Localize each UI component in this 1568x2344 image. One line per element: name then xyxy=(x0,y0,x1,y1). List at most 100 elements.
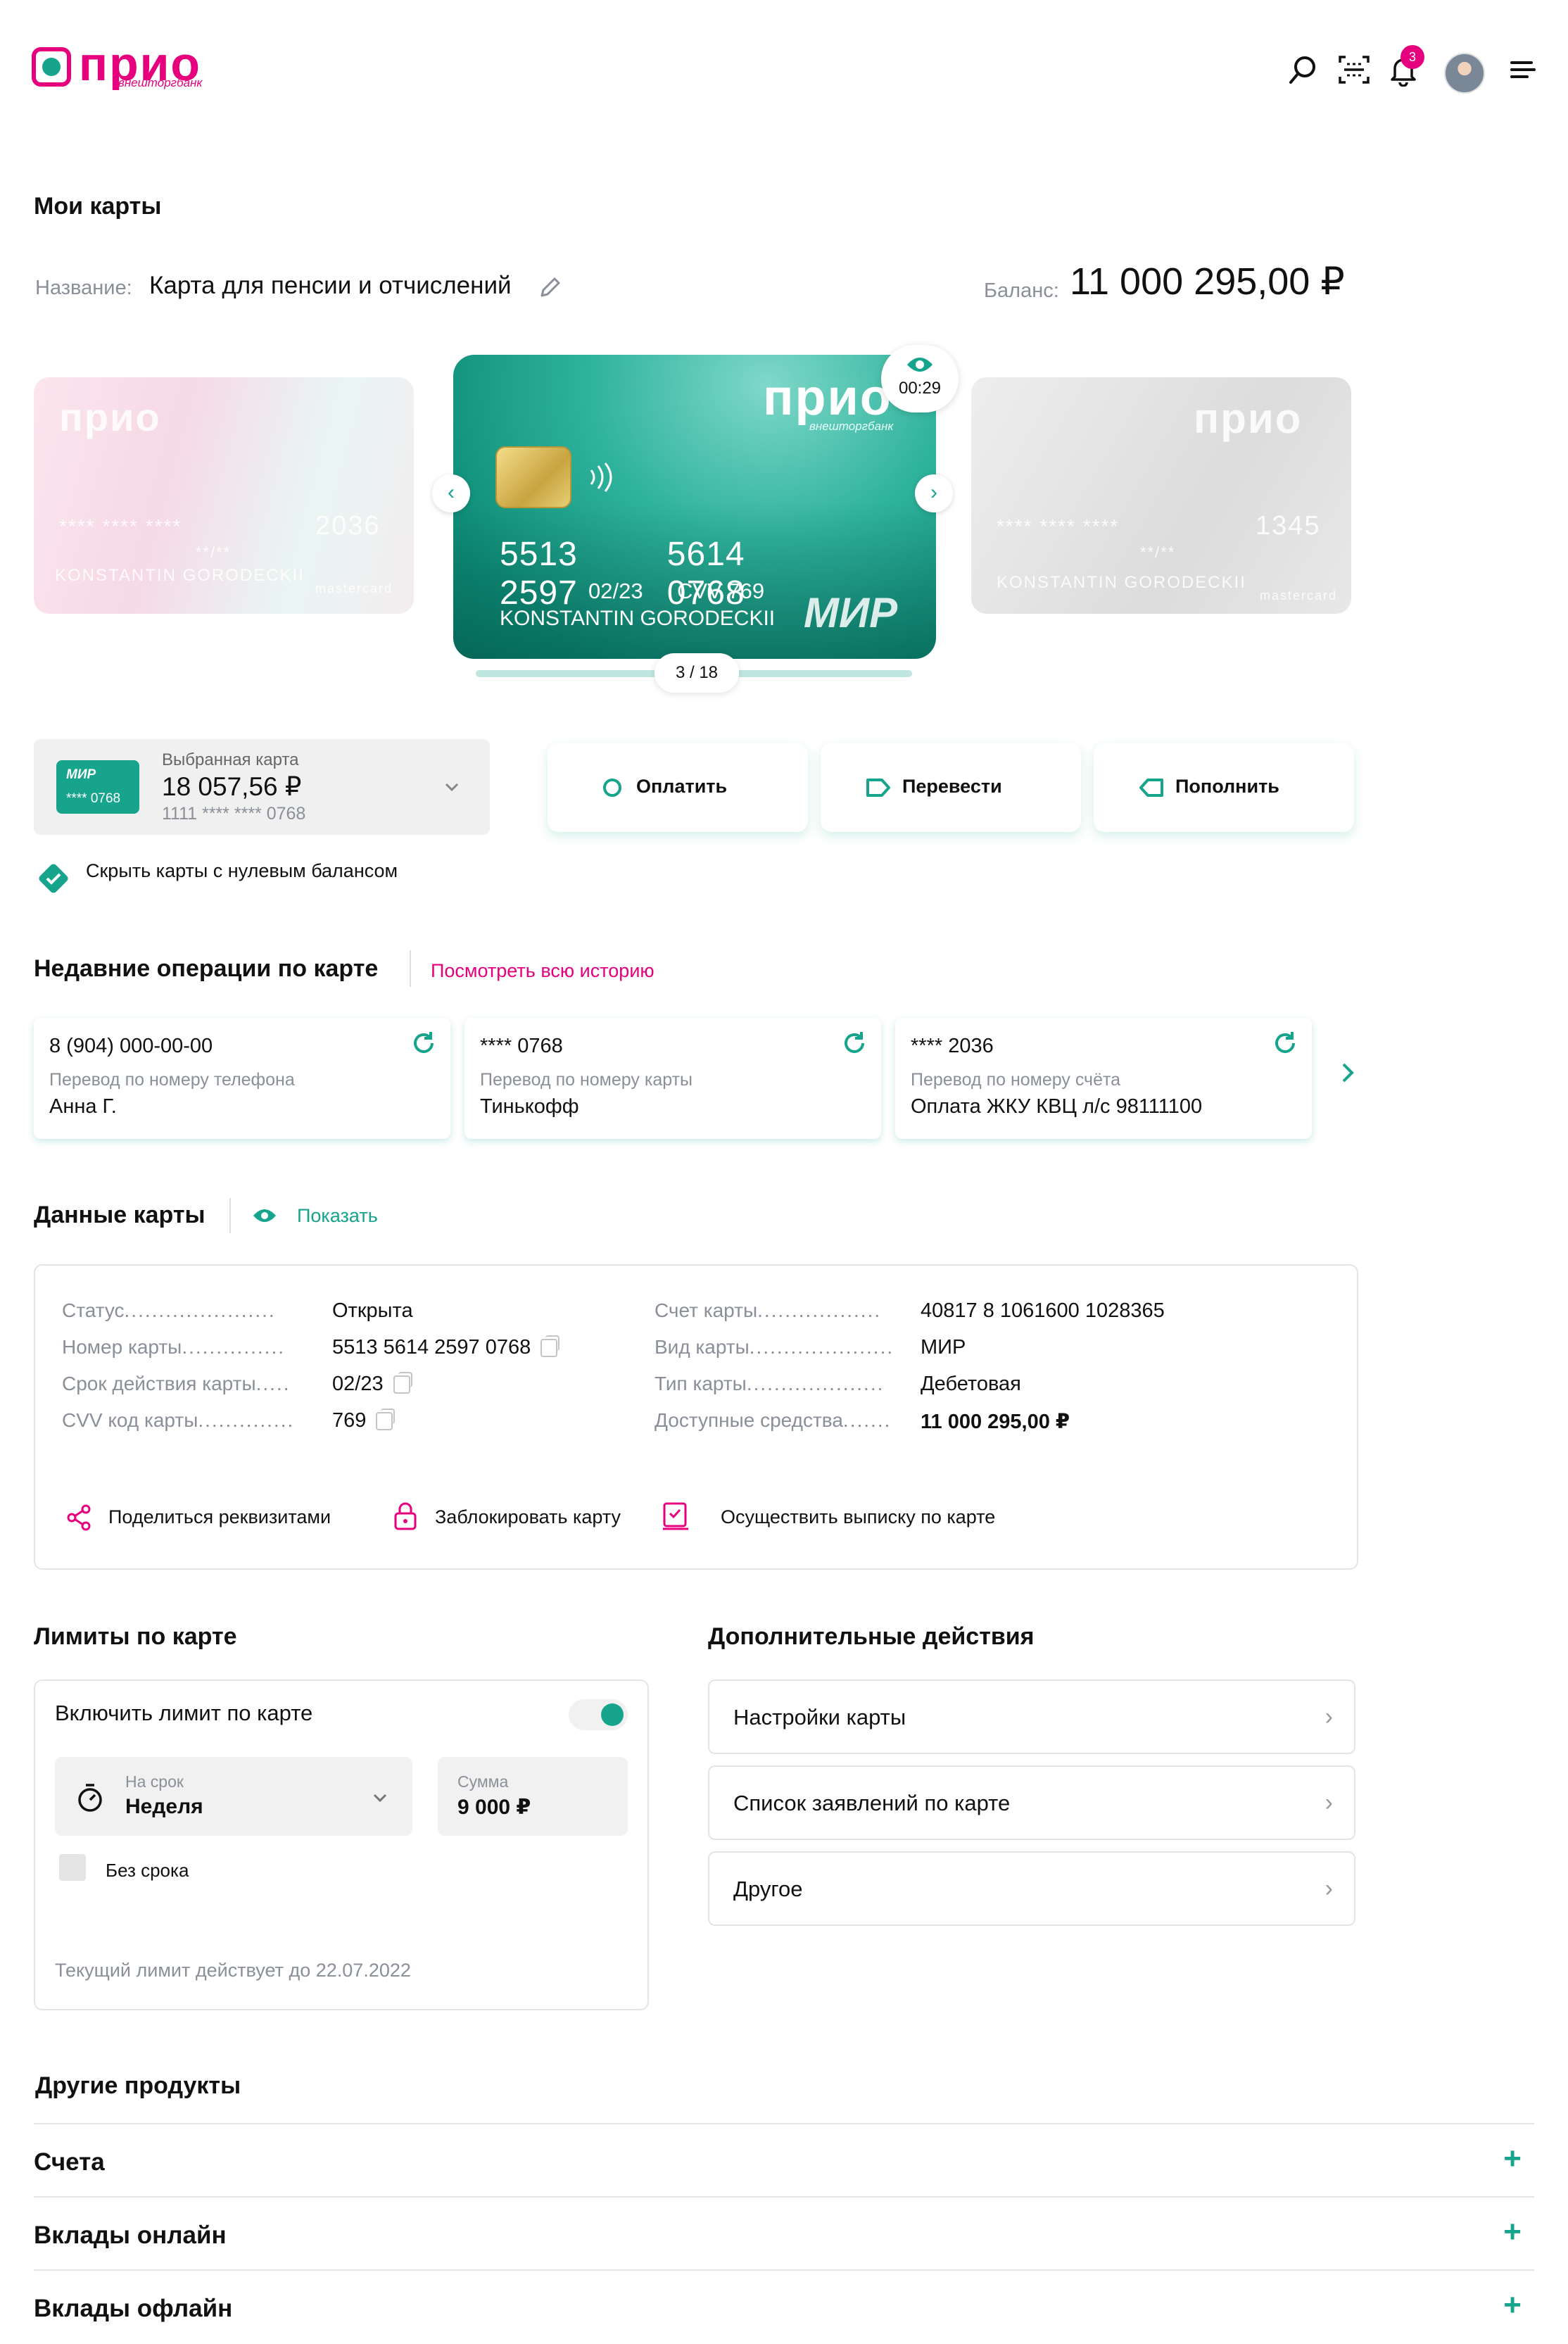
card-data-panel: Статус...................... Открыта Ном… xyxy=(34,1264,1358,1570)
plus-icon: + xyxy=(1503,2288,1522,2322)
carousel-prev-button[interactable]: ‹ xyxy=(432,474,470,512)
menu-item-label: Настройки карты xyxy=(733,1705,906,1729)
field-label: Доступные средства....... xyxy=(655,1409,891,1432)
chevron-down-icon xyxy=(445,783,459,792)
limits-title: Лимиты по карте xyxy=(34,1623,237,1650)
divider xyxy=(229,1198,231,1233)
no-term-checkbox[interactable] xyxy=(59,1854,86,1881)
card-type-label: Тип карты xyxy=(655,1373,747,1394)
period-select[interactable]: На срок Неделя xyxy=(55,1757,412,1836)
card-thumbnail-right[interactable]: прио **** **** **** 1345 **/** KONSTANTI… xyxy=(971,377,1351,614)
sum-field[interactable]: Сумма 9 000 ₽ xyxy=(438,1757,628,1836)
available-label: Доступные средства xyxy=(655,1409,843,1431)
mini-card: МИР **** 0768 xyxy=(56,760,139,814)
logo-icon xyxy=(32,47,71,87)
share-details-button[interactable]: Поделиться реквизитами xyxy=(108,1506,331,1528)
hide-zero-checkbox[interactable] xyxy=(35,860,72,897)
leader-dots: ............... xyxy=(182,1336,286,1358)
card-mask: **** **** **** xyxy=(59,515,182,537)
copy-icon[interactable] xyxy=(393,1372,412,1394)
balance-value: 11 000 295,00 ₽ xyxy=(1070,260,1345,303)
eye-icon[interactable] xyxy=(252,1206,277,1225)
share-icon xyxy=(67,1504,91,1531)
statement-icon xyxy=(663,1502,688,1530)
pay-button[interactable]: Оплатить xyxy=(548,743,808,832)
card-holder: KONSTANTIN GORODECKII xyxy=(500,607,776,630)
statement-button[interactable]: Осуществить выписку по карте xyxy=(721,1506,995,1528)
show-button[interactable]: Показать xyxy=(297,1205,378,1227)
contactless-icon xyxy=(590,462,612,492)
product-offline-deposits[interactable]: Вклады офлайн + xyxy=(34,2269,1534,2344)
chip-icon xyxy=(495,446,571,508)
repeat-icon[interactable] xyxy=(1271,1029,1299,1057)
card-expiry: **/** xyxy=(1140,543,1176,561)
leader-dots: ..... xyxy=(255,1373,291,1394)
menu-icon[interactable] xyxy=(1506,53,1540,87)
balance-label: Баланс: xyxy=(984,279,1059,302)
transfer-button[interactable]: Перевести xyxy=(821,743,1081,832)
menu-item-label: Список заявлений по карте xyxy=(733,1791,1011,1815)
product-accounts[interactable]: Счета + xyxy=(34,2123,1534,2198)
lock-icon xyxy=(394,1502,417,1530)
chevron-right-icon[interactable] xyxy=(1337,1060,1358,1085)
limit-toggle[interactable] xyxy=(569,1699,628,1730)
copy-icon[interactable] xyxy=(376,1409,396,1431)
chevron-right-icon: › xyxy=(1324,1789,1333,1816)
leader-dots: ...................... xyxy=(124,1299,276,1321)
recent-item[interactable]: 8 (904) 000-00-00 Перевод по номеру теле… xyxy=(34,1018,450,1139)
recent-type: Перевод по номеру телефона xyxy=(49,1070,295,1090)
applications-list-item[interactable]: Список заявлений по карте › xyxy=(708,1765,1355,1840)
card-expiry: **/** xyxy=(196,543,232,561)
card-name-value[interactable]: Карта для пенсии и отчислений xyxy=(149,272,512,300)
enable-limit-label: Включить лимит по карте xyxy=(55,1701,313,1725)
period-value: Неделя xyxy=(125,1795,203,1818)
card-number-group: 5614 xyxy=(666,536,745,573)
card-kind-label: Вид карты xyxy=(655,1336,750,1358)
logo-subtitle: внешторгбанк xyxy=(118,76,203,89)
card-brand: прио xyxy=(763,370,892,426)
stopwatch-icon xyxy=(78,1784,102,1812)
card-data-title: Данные карты xyxy=(34,1202,206,1228)
product-online-deposits[interactable]: Вклады онлайн + xyxy=(34,2196,1534,2271)
available-value: 11 000 295,00 ₽ xyxy=(921,1411,1070,1433)
card-last-digits: 1345 xyxy=(1256,511,1321,541)
selected-card-dropdown[interactable]: МИР **** 0768 Выбранная карта 18 057,56 … xyxy=(34,739,490,835)
card-settings-item[interactable]: Настройки карты › xyxy=(708,1680,1355,1754)
recent-name: Анна Г. xyxy=(49,1095,117,1118)
limit-note: Текущий лимит действует до 22.07.2022 xyxy=(55,1960,411,1981)
card-main[interactable]: прио внешторгбанк 5513 5614 2597 0768 02… xyxy=(453,355,936,659)
expiry-text: 02/23 xyxy=(332,1373,384,1395)
hide-zero-label[interactable]: Скрыть карты с нулевым балансом xyxy=(86,860,398,882)
tag-right-icon xyxy=(866,779,890,797)
card-cvv: CVV 769 xyxy=(677,579,765,603)
recent-item[interactable]: **** 0768 Перевод по номеру карты Тинько… xyxy=(464,1018,881,1139)
topup-button[interactable]: Пополнить xyxy=(1094,743,1354,832)
repeat-icon[interactable] xyxy=(840,1029,868,1057)
show-timer-button[interactable]: 00:29 xyxy=(881,345,959,412)
extra-title: Дополнительные действия xyxy=(708,1623,1035,1650)
card-mask: **** **** **** xyxy=(997,515,1120,537)
avatar[interactable] xyxy=(1444,53,1485,94)
field-label: Статус...................... xyxy=(62,1299,276,1322)
card-kind-value: МИР xyxy=(921,1336,966,1359)
card-network: mastercard xyxy=(315,581,393,596)
card-type-value: Дебетовая xyxy=(921,1373,1021,1395)
block-card-button[interactable]: Заблокировать карту xyxy=(435,1506,621,1528)
other-item[interactable]: Другое › xyxy=(708,1851,1355,1926)
history-link[interactable]: Посмотреть всю историю xyxy=(431,960,655,982)
search-icon[interactable] xyxy=(1286,53,1320,87)
product-label: Вклады офлайн xyxy=(34,2295,233,2322)
copy-icon[interactable] xyxy=(540,1335,560,1358)
carousel-next-button[interactable]: › xyxy=(915,474,953,512)
card-number-text: 5513 5614 2597 0768 xyxy=(332,1336,531,1359)
recent-item[interactable]: **** 2036 Перевод по номеру счёта Оплата… xyxy=(895,1018,1312,1139)
repeat-icon[interactable] xyxy=(410,1029,438,1057)
edit-icon[interactable] xyxy=(538,275,563,300)
notification-badge: 3 xyxy=(1401,45,1424,69)
card-brand-sub: внешторгбанк xyxy=(809,420,894,433)
cvv-label: CVV код карты xyxy=(62,1409,198,1431)
card-holder: KONSTANTIN GORODECKII xyxy=(997,573,1246,592)
carousel-pager: 3 / 18 xyxy=(655,653,739,693)
card-thumbnail-left[interactable]: прио **** **** **** 2036 **/** KONSTANTI… xyxy=(34,377,414,614)
scan-icon[interactable] xyxy=(1337,53,1371,87)
